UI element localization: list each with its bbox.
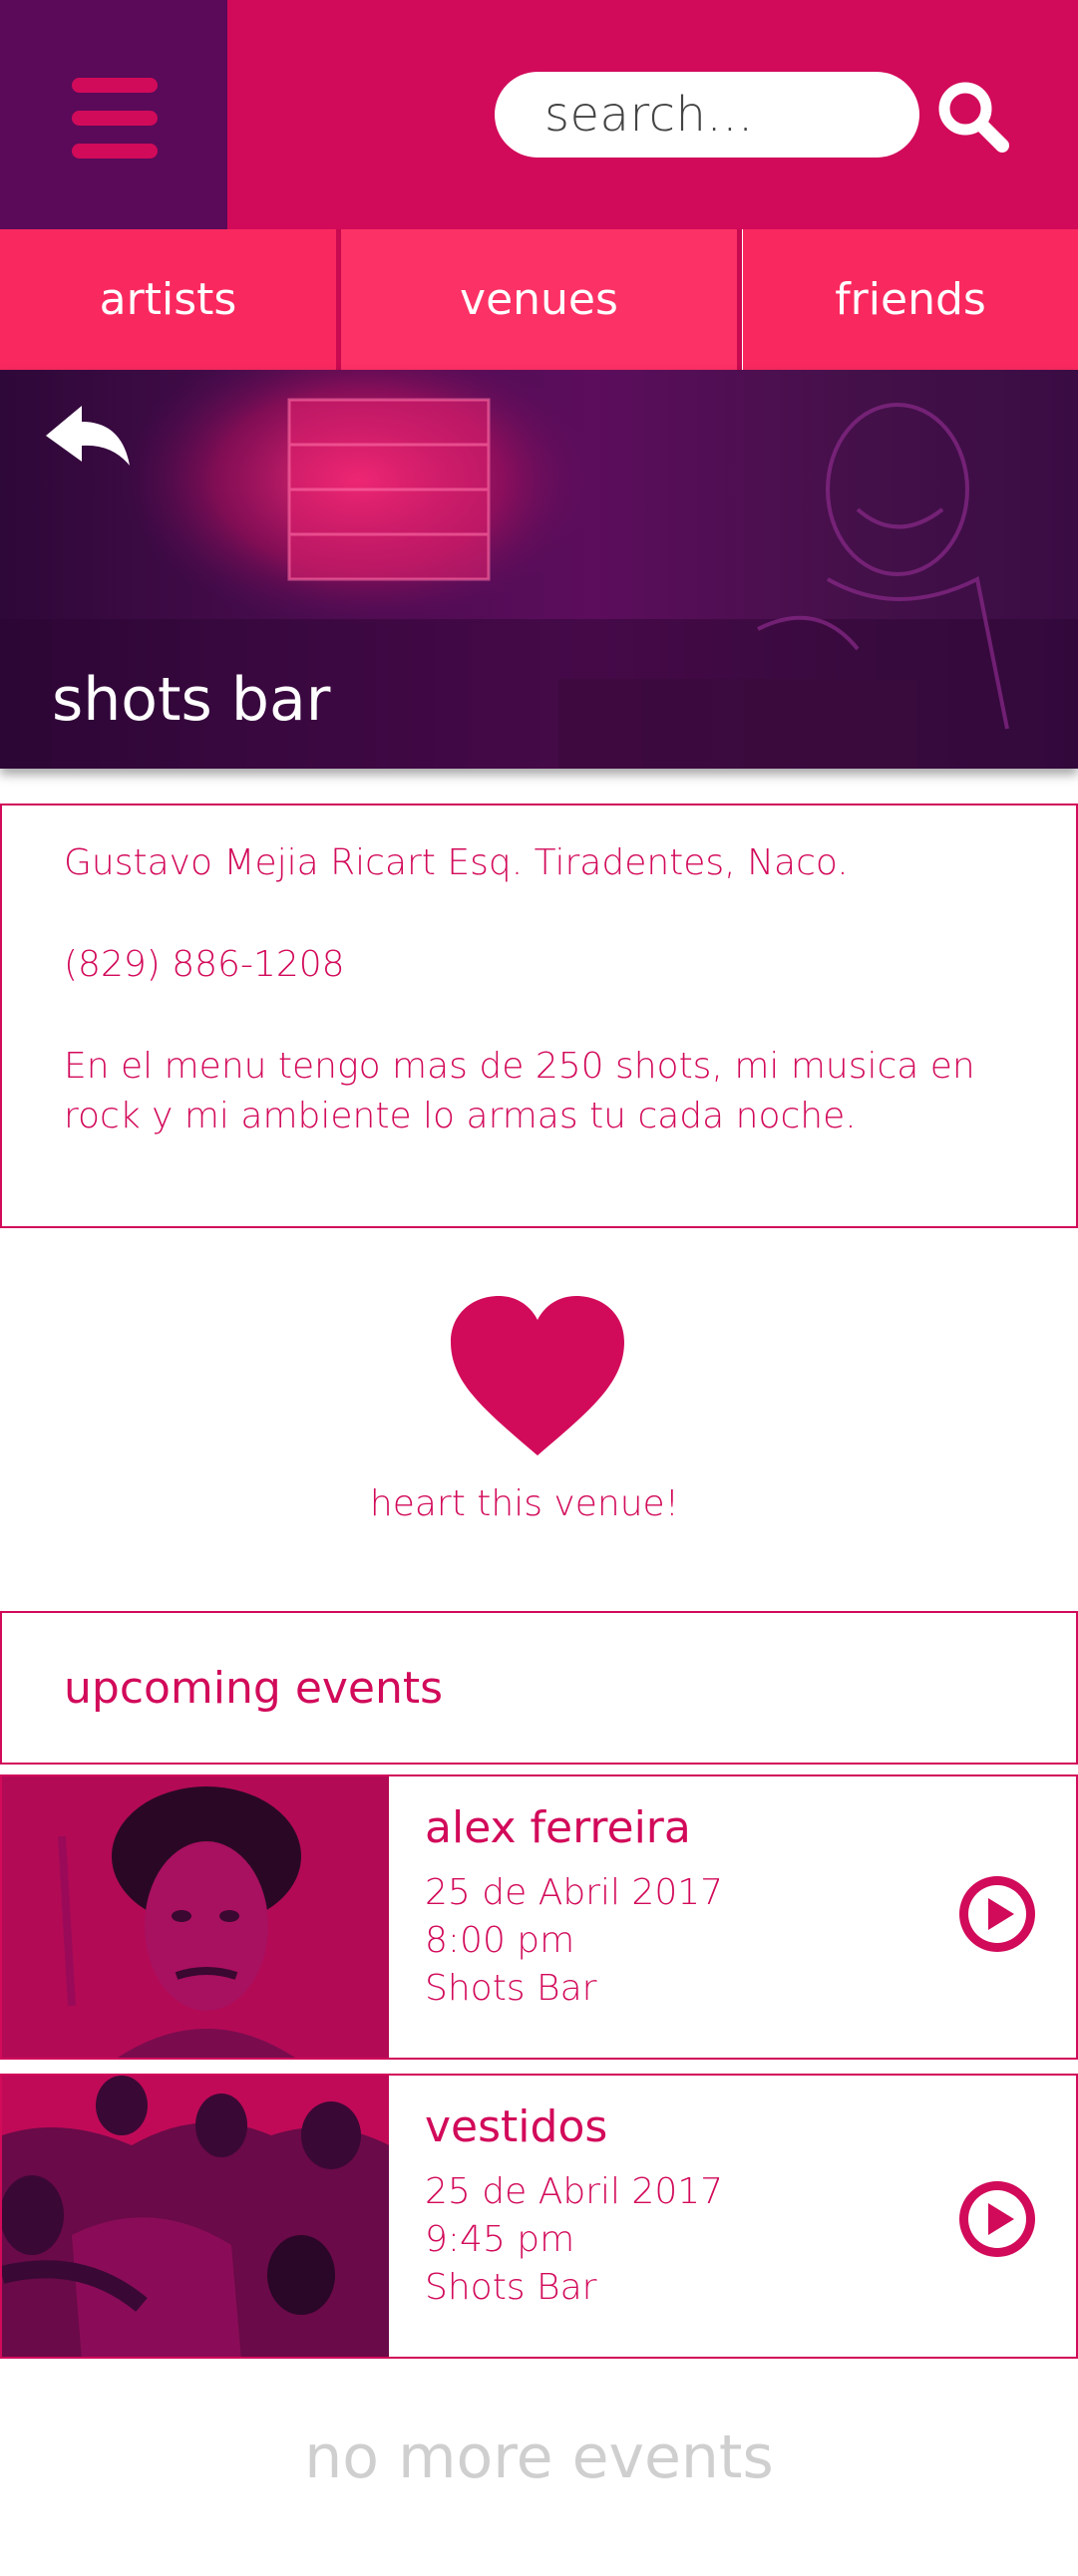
event-card[interactable]: vestidos 25 de Abril 2017 9:45 pm Shots …	[0, 2074, 1078, 2359]
magnifier-icon	[938, 82, 1009, 153]
venue-address: Gustavo Mejia Ricart Esq. Tiradentes, Na…	[64, 842, 849, 883]
tab-venues[interactable]: venues	[341, 229, 737, 370]
event-date: 25 de Abril 2017	[425, 1872, 724, 1913]
play-button[interactable]	[957, 2179, 1037, 2259]
back-button[interactable]	[42, 400, 138, 480]
tab-friends[interactable]: friends	[743, 229, 1078, 370]
event-time: 9:45 pm	[425, 2219, 575, 2260]
heart-label: heart this venue!	[369, 1483, 680, 1524]
tab-divider	[737, 229, 742, 370]
venue-description-line-1: En el menu tengo mas de 250 shots, mi mu…	[64, 1046, 975, 1087]
artist-portrait	[2, 1776, 389, 2058]
hamburger-icon	[72, 78, 158, 93]
band-photo	[2, 2076, 389, 2357]
heart-icon	[451, 1296, 624, 1455]
event-card[interactable]: alex ferreira 25 de Abril 2017 8:00 pm S…	[0, 1774, 1078, 2060]
venue-phone[interactable]: (829) 886-1208	[64, 939, 1021, 990]
no-more-events-label: no more events	[304, 2422, 774, 2492]
upcoming-events-title: upcoming events	[64, 1662, 444, 1714]
heart-button[interactable]	[447, 1294, 628, 1463]
event-name: alex ferreira	[425, 1802, 691, 1853]
event-date: 25 de Abril 2017	[425, 2171, 724, 2212]
hamburger-icon-line	[72, 111, 158, 126]
tab-artists[interactable]: artists	[0, 229, 336, 370]
play-button[interactable]	[957, 1874, 1037, 1954]
back-arrow-icon	[46, 406, 130, 466]
event-venue: Shots Bar	[425, 2267, 597, 2308]
menu-button[interactable]	[0, 0, 227, 229]
event-venue: Shots Bar	[425, 1968, 597, 2009]
search-button[interactable]	[934, 78, 1012, 156]
venue-info-card: Gustavo Mejia Ricart Esq. Tiradentes, Na…	[0, 804, 1078, 1228]
event-photo-vestidos	[2, 2076, 389, 2357]
venue-hero-image: shots bar	[0, 370, 1078, 769]
event-time: 8:00 pm	[425, 1920, 575, 1961]
venue-description-line-2: rock y mi ambiente lo armas tu cada noch…	[64, 1096, 857, 1136]
venue-name: shots bar	[52, 665, 331, 735]
search-placeholder: search...	[544, 87, 754, 143]
event-name: vestidos	[425, 2101, 608, 2152]
event-photo-alex-ferreira	[2, 1776, 389, 2058]
upcoming-events-header: upcoming events	[0, 1611, 1078, 1765]
play-icon	[959, 2181, 1035, 2257]
hamburger-icon-line	[72, 144, 158, 159]
play-icon	[959, 1876, 1035, 1952]
search-input[interactable]: search...	[495, 72, 919, 158]
